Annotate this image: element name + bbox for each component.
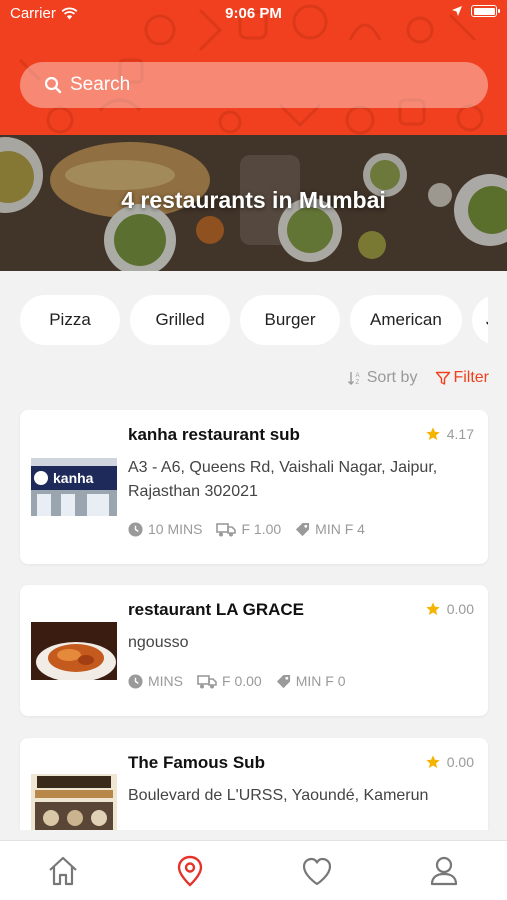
delivery-fee: F 1.00	[241, 521, 282, 537]
app-header: Carrier 9:06 PM	[0, 0, 507, 135]
rating-value: 0.00	[446, 601, 474, 617]
thumbnail-sign-text: kanha	[53, 470, 94, 486]
restaurant-card[interactable]: kanha kanha restaurant sub 4.17 A3 - A6,…	[20, 410, 488, 564]
category-chip-burger[interactable]: Burger	[240, 295, 340, 345]
battery-icon	[471, 5, 500, 17]
restaurant-name: kanha restaurant sub	[128, 425, 300, 444]
restaurant-list: kanha kanha restaurant sub 4.17 A3 - A6,…	[0, 410, 507, 830]
user-icon	[430, 856, 457, 885]
restaurant-thumbnail	[31, 622, 117, 680]
category-chips: Pizza Grilled Burger American Ja	[20, 295, 488, 345]
tab-nearby[interactable]	[127, 841, 254, 900]
rating-value: 4.17	[446, 426, 474, 442]
restaurant-address: ngousso	[128, 634, 189, 651]
bottom-tab-bar	[0, 840, 507, 900]
rating: 4.17	[425, 426, 474, 442]
restaurant-meta: MINS F 0.00 MIN F 0	[128, 673, 345, 689]
delivery-time: 10 MINS	[148, 521, 203, 537]
category-chip-grilled[interactable]: Grilled	[130, 295, 230, 345]
rating: 0.00	[425, 601, 474, 617]
restaurant-name: The Famous Sub	[128, 753, 265, 772]
star-icon	[426, 602, 440, 615]
delivery-fee: F 0.00	[222, 673, 262, 689]
category-chip-american[interactable]: American	[350, 295, 462, 345]
star-icon	[426, 755, 440, 768]
restaurant-card[interactable]: restaurant LA GRACE 0.00 ngousso MINS F …	[20, 585, 488, 716]
restaurant-card[interactable]: The Famous Sub 0.00 Boulevard de L'URSS,…	[20, 738, 488, 830]
delivery-time: MINS	[148, 673, 183, 689]
restaurant-address: Boulevard de L'URSS, Yaoundé, Kamerun	[128, 787, 429, 804]
restaurant-name: restaurant LA GRACE	[128, 600, 305, 619]
tab-favorites[interactable]	[254, 841, 381, 900]
tag-icon	[276, 674, 290, 688]
category-chip-partial[interactable]: Ja	[471, 295, 488, 345]
rating: 0.00	[425, 754, 474, 770]
search-bar[interactable]	[20, 62, 488, 108]
restaurant-thumbnail	[31, 774, 117, 830]
clock-icon	[128, 521, 143, 537]
restaurant-thumbnail: kanha	[31, 458, 117, 516]
search-input[interactable]	[70, 74, 450, 96]
location-pin-icon	[177, 855, 203, 887]
status-time: 9:06 PM	[225, 5, 282, 22]
tag-icon	[296, 522, 310, 536]
sort-filter-row: A Z Sort by Filter	[347, 366, 489, 390]
tab-home[interactable]	[0, 841, 127, 900]
minimum-order: MIN F 0	[295, 673, 346, 689]
search-icon	[44, 76, 62, 94]
restaurant-address: A3 - A6, Queens Rd, Vaishali Nagar, Jaip…	[128, 459, 438, 500]
rating-value: 0.00	[446, 754, 474, 770]
home-icon	[49, 856, 78, 885]
sort-by-label: Sort by	[366, 369, 418, 386]
delivery-truck-icon	[216, 522, 237, 536]
filter-icon	[436, 371, 451, 385]
hero-banner: 4 restaurants in Mumbai	[0, 135, 507, 271]
heart-icon	[302, 857, 331, 885]
tab-profile[interactable]	[380, 841, 507, 900]
clock-icon	[128, 673, 143, 689]
delivery-truck-icon	[197, 674, 217, 688]
restaurant-meta: 10 MINS F 1.00 MIN F 4	[128, 521, 365, 537]
sort-by-button[interactable]: A Z Sort by	[347, 369, 418, 387]
filter-label: Filter	[453, 369, 489, 386]
minimum-order: MIN F 4	[315, 521, 365, 537]
svg-text:Z: Z	[355, 380, 359, 386]
svg-text:A: A	[355, 373, 359, 379]
filter-button[interactable]: Filter	[435, 369, 489, 387]
category-chip-pizza[interactable]: Pizza	[20, 295, 120, 345]
status-bar: Carrier 9:06 PM	[0, 0, 507, 28]
sort-icon: A Z	[347, 372, 359, 386]
star-icon	[426, 427, 440, 440]
location-arrow-icon	[452, 6, 462, 16]
hero-title: 4 restaurants in Mumbai	[121, 187, 386, 213]
